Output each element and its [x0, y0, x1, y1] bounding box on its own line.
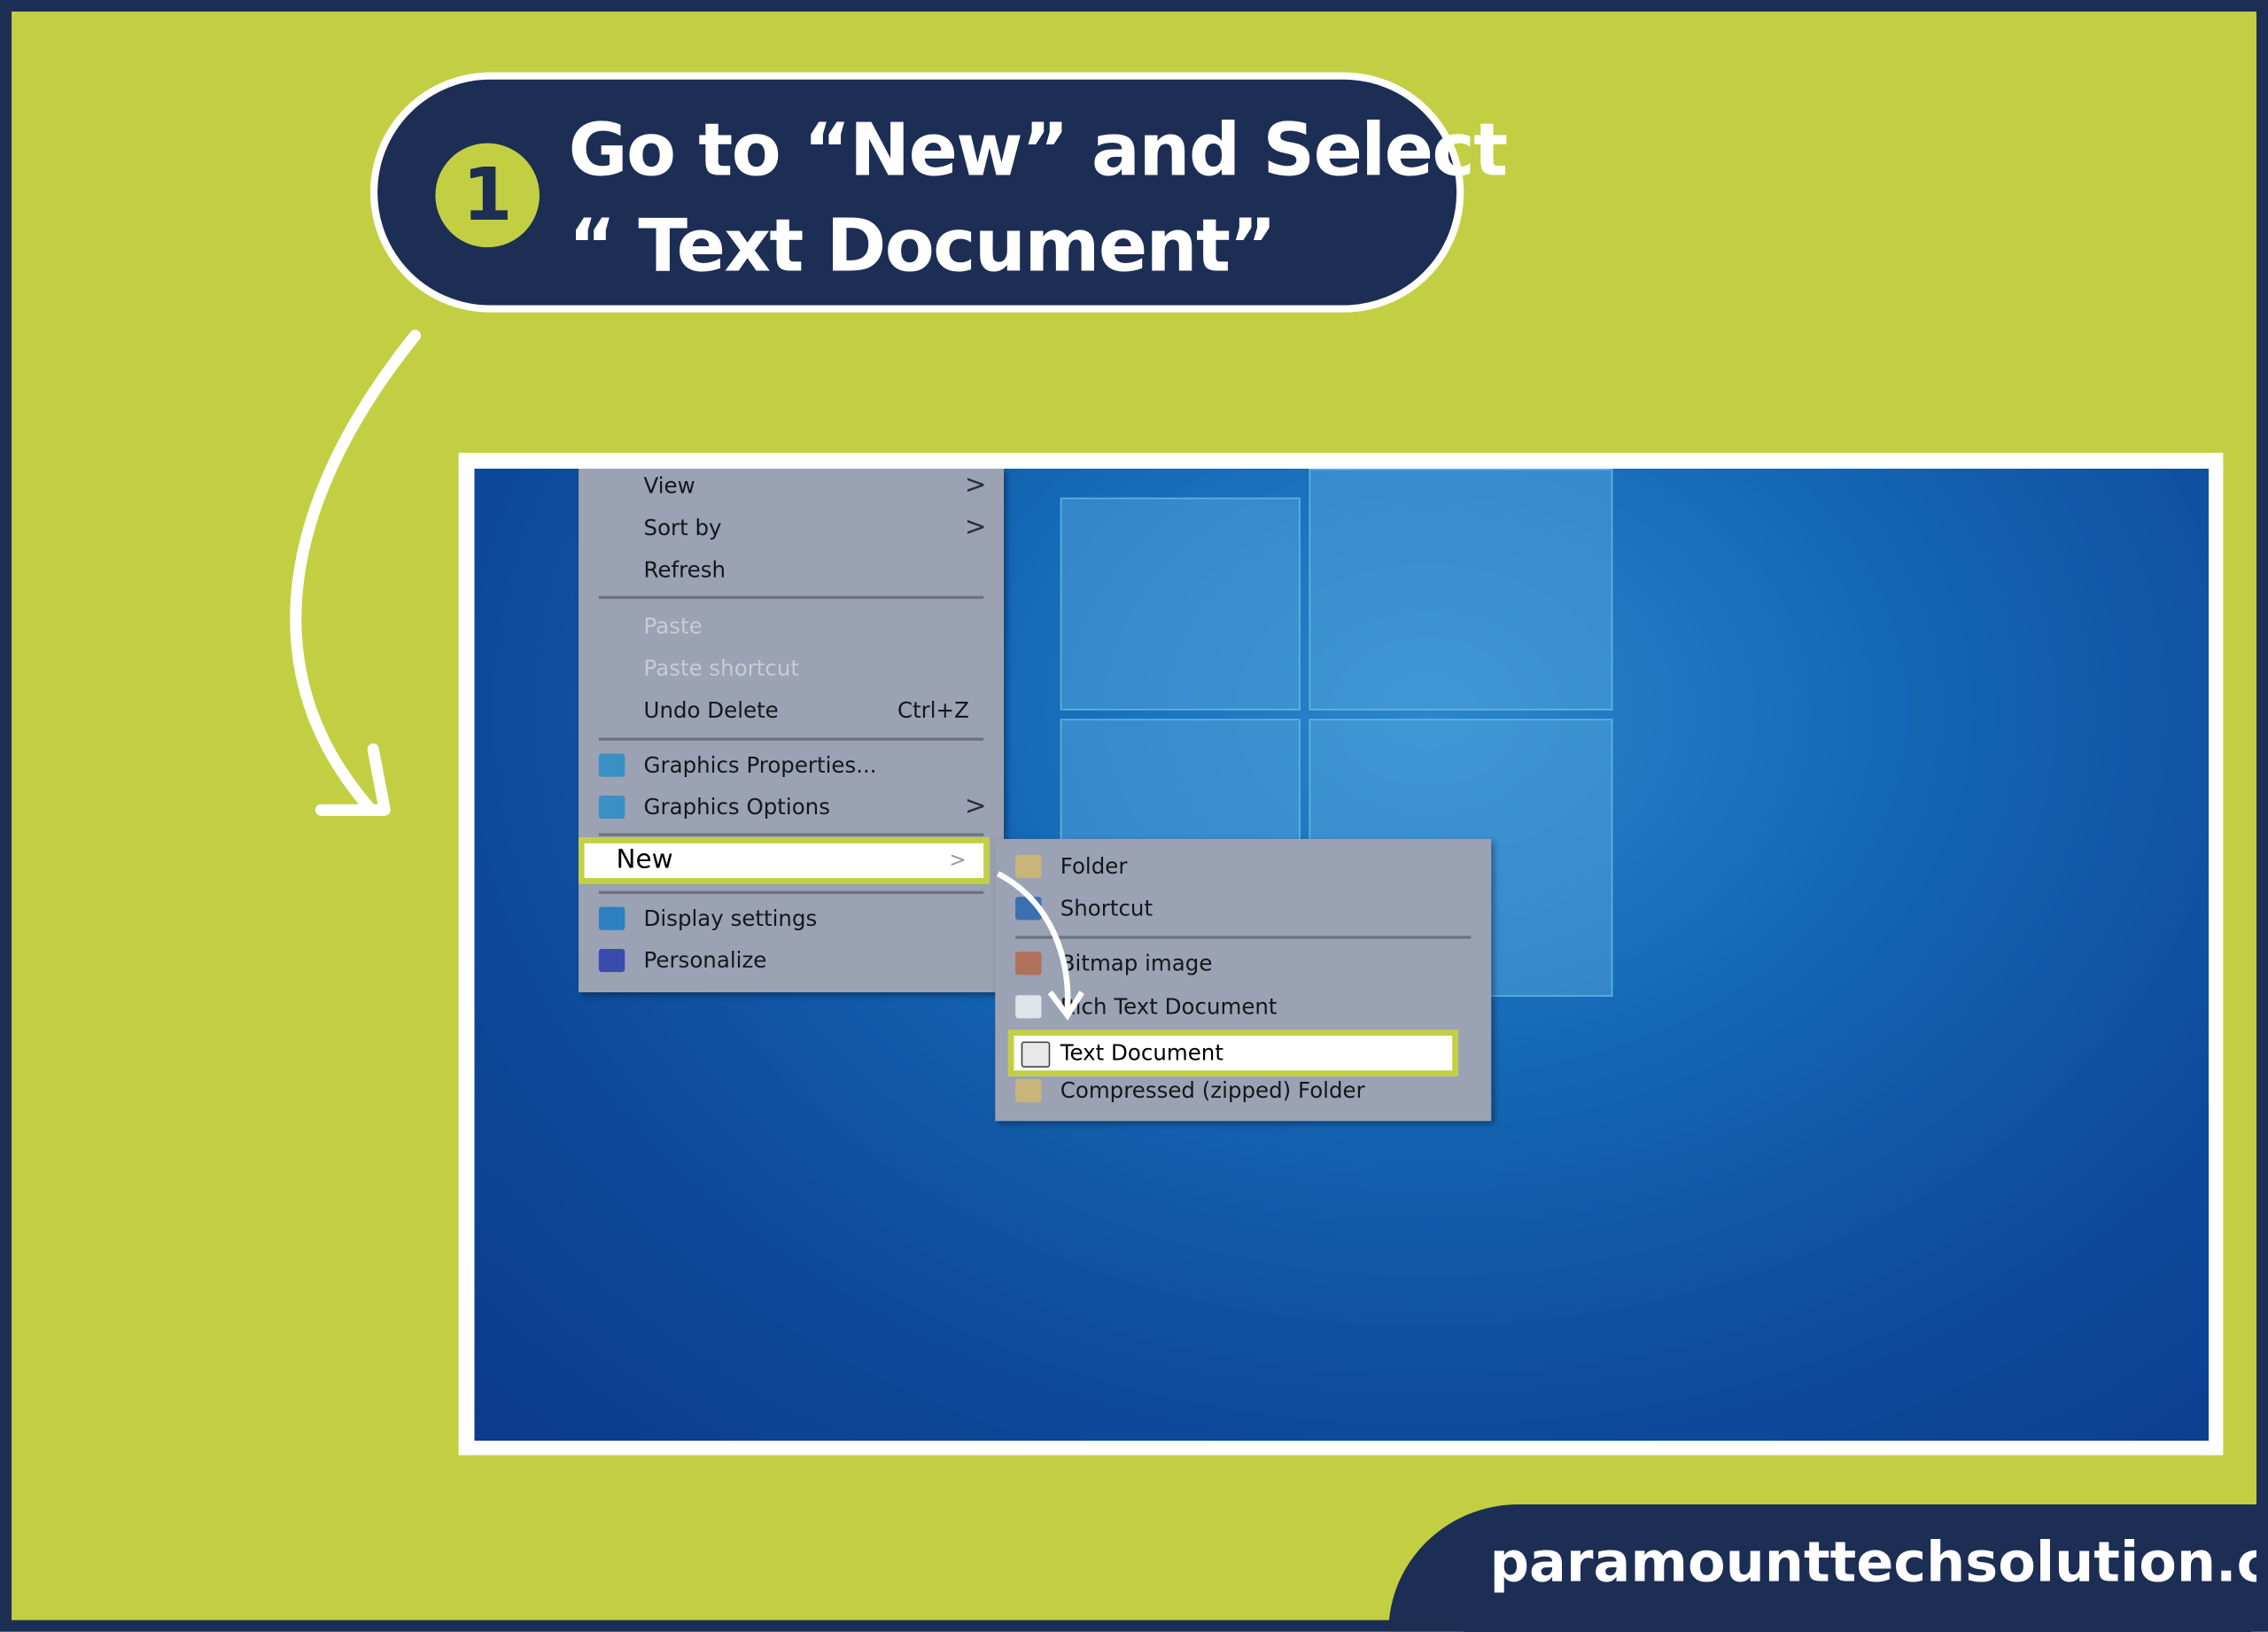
- website-banner: paramounttechsolution.com: [1388, 1504, 2268, 1632]
- tutorial-graphic: 1 Go to “New” and Select “ Text Document…: [0, 0, 2268, 1632]
- desktop[interactable]: View > Sort by > Refresh Paste Paste short…: [474, 468, 2210, 1442]
- screenshot-frame: View > Sort by > Refresh Paste Paste short…: [458, 453, 2224, 1456]
- pointer-arrow-icon: [997, 871, 1084, 1021]
- website-url: paramounttechsolution.com: [1489, 1530, 2268, 1595]
